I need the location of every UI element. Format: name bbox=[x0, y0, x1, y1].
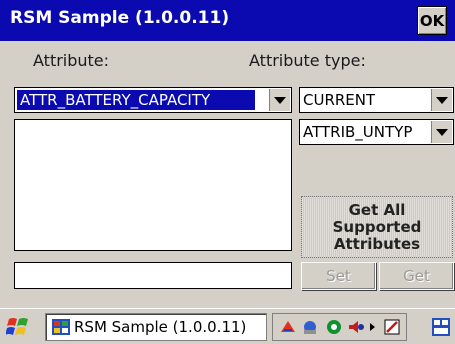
attribute-type-label: Attribute type: bbox=[249, 51, 366, 70]
system-tray bbox=[272, 313, 407, 341]
chevron-down-icon bbox=[436, 96, 448, 104]
sync-icon[interactable] bbox=[301, 318, 319, 336]
get-all-supported-attributes-button[interactable]: Get All Supported Attributes bbox=[301, 196, 453, 258]
attribute-selected-value: ATTR_BATTERY_CAPACITY bbox=[17, 90, 255, 110]
attribute-dropdown-button[interactable] bbox=[269, 89, 290, 111]
chevron-down-icon bbox=[436, 128, 448, 136]
chevron-down-icon bbox=[274, 96, 286, 104]
wifi-icon[interactable] bbox=[325, 318, 343, 336]
title-bar: RSM Sample (1.0.0.11) OK bbox=[0, 0, 455, 41]
tray-arrow-icon[interactable] bbox=[369, 318, 377, 336]
attribute-untyp-value: ATTRIB_UNTYP bbox=[303, 123, 413, 141]
volume-icon[interactable] bbox=[347, 318, 365, 336]
taskbar: RSM Sample (1.0.0.11) bbox=[0, 308, 455, 344]
desktop-icon[interactable] bbox=[431, 317, 451, 337]
get-button[interactable]: Get bbox=[379, 262, 454, 290]
attribute-label: Attribute: bbox=[33, 51, 110, 70]
start-icon[interactable] bbox=[6, 315, 32, 339]
ok-button[interactable]: OK bbox=[417, 6, 447, 35]
attribute-type-combo[interactable]: CURRENT bbox=[299, 87, 454, 113]
get-all-line2: Supported bbox=[332, 218, 422, 236]
attribute-untyp-combo[interactable]: ATTRIB_UNTYP bbox=[299, 119, 454, 145]
get-all-line3: Attributes bbox=[333, 235, 421, 253]
app-icon bbox=[52, 319, 70, 335]
attribute-type-dropdown-button[interactable] bbox=[431, 89, 452, 111]
sip-keyboard-icon[interactable] bbox=[383, 318, 401, 336]
taskbar-app-button[interactable]: RSM Sample (1.0.0.11) bbox=[45, 313, 267, 341]
network-icon[interactable] bbox=[279, 318, 297, 336]
value-list[interactable] bbox=[14, 119, 292, 251]
attribute-type-value: CURRENT bbox=[303, 91, 376, 109]
attribute-combo[interactable]: ATTR_BATTERY_CAPACITY bbox=[14, 87, 292, 113]
value-input[interactable] bbox=[14, 262, 292, 289]
attribute-untyp-dropdown-button[interactable] bbox=[431, 121, 452, 143]
window-title: RSM Sample (1.0.0.11) bbox=[10, 8, 230, 28]
set-button[interactable]: Set bbox=[301, 262, 376, 290]
taskbar-app-label: RSM Sample (1.0.0.11) bbox=[74, 318, 247, 336]
get-all-line1: Get All bbox=[348, 201, 406, 219]
